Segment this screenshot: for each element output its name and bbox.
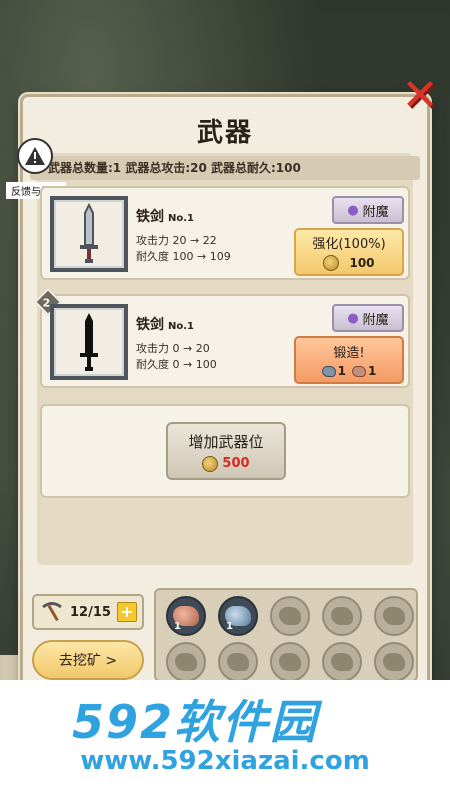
coin-icon [202, 455, 219, 472]
weapon-image-frame[interactable] [50, 196, 128, 272]
inventory-slot[interactable]: 1 [218, 596, 258, 636]
watermark-logo: 592软件园 [72, 695, 319, 749]
go-mine-button[interactable]: 去挖矿 > [32, 640, 144, 680]
weapon-card: 铁剑 No.1 攻击力 20 → 22 耐久度 100 → 109 ● 附魔 强化… [40, 186, 410, 280]
inventory-slot[interactable] [218, 642, 258, 682]
locked-ore-icon [175, 653, 197, 671]
pickaxe-count: 12/15 [70, 604, 111, 620]
weapon-attack: 攻击力 20 → 22 [136, 234, 217, 247]
upgrade-label: 强化(100%) [312, 237, 386, 252]
upgrade-button[interactable]: 强化(100%) 100 [294, 228, 404, 276]
add-slot-cost: 500 [202, 455, 250, 472]
weapon-image-frame[interactable] [50, 304, 128, 380]
locked-ore-icon [279, 607, 301, 625]
close-x-icon[interactable]: ✕ [398, 74, 442, 118]
upgrade-cost-value: 100 [349, 256, 375, 270]
inventory-slot[interactable] [374, 642, 414, 682]
add-weapon-slot-card: 增加武器位 500 [40, 404, 410, 498]
add-slot-cost-value: 500 [222, 456, 250, 471]
blue-ore-cost: 1 [321, 364, 346, 378]
weapon-number: No.1 [168, 321, 194, 332]
pickaxe-icon [42, 602, 62, 622]
locked-ore-icon [331, 653, 353, 671]
inventory-count: 1 [226, 621, 233, 632]
upgrade-cost: 100 [323, 255, 375, 271]
red-ore-icon [352, 366, 366, 377]
ore-inventory: 11 [154, 588, 418, 682]
red-ore-cost-value: 1 [368, 364, 377, 378]
inventory-slot[interactable] [374, 596, 414, 636]
pickaxe-counter: 12/15 + [32, 594, 144, 630]
add-slot-label: 增加武器位 [188, 432, 264, 451]
blue-ore-cost-value: 1 [337, 364, 346, 378]
weapon-number: No.1 [168, 213, 194, 224]
watermark-banner: 592软件园 www.592xiazai.com [0, 680, 450, 800]
sword-silhouette-icon [80, 313, 98, 371]
weapon-card: 2 铁剑 No.1 攻击力 0 → 20 耐久度 0 → 100 ● 附魔 锻造!… [33, 287, 410, 388]
panel-title: 武器 [196, 118, 253, 148]
forge-button[interactable]: 锻造! 1 1 [294, 336, 404, 384]
locked-ore-icon [331, 607, 353, 625]
weapon-name-text: 铁剑 [136, 209, 164, 225]
locked-ore-icon [227, 653, 249, 671]
enchant-label: 附魔 [362, 312, 389, 328]
inventory-slot[interactable] [270, 596, 310, 636]
locked-ore-icon [383, 607, 405, 625]
enchant-label: 附魔 [362, 204, 389, 220]
watermark-url: www.592xiazai.com [80, 746, 370, 776]
enchant-button[interactable]: ● 附魔 [332, 304, 404, 332]
weapon-durability: 耐久度 100 → 109 [136, 250, 231, 263]
potion-icon: ● [347, 202, 359, 218]
weapon-attack: 攻击力 0 → 20 [136, 342, 210, 355]
inventory-slot[interactable]: 1 [166, 596, 206, 636]
blue-ore-icon [321, 366, 336, 377]
potion-icon: ● [347, 310, 359, 326]
inventory-slot[interactable] [322, 642, 362, 682]
forge-label: 锻造! [333, 346, 365, 361]
add-weapon-slot-button[interactable]: 增加武器位 500 [166, 422, 286, 480]
enchant-button[interactable]: ● 附魔 [332, 196, 404, 224]
inventory-count: 1 [174, 621, 181, 632]
weapon-stats-bar: 武器总数量:1 武器总攻击:20 武器总耐久:100 [30, 156, 420, 180]
locked-ore-icon [279, 653, 301, 671]
inventory-slot[interactable] [322, 596, 362, 636]
red-ore-cost: 1 [352, 364, 376, 378]
warning-icon [17, 138, 53, 174]
inventory-slot[interactable] [270, 642, 310, 682]
inventory-slot[interactable] [166, 642, 206, 682]
forge-cost: 1 1 [321, 364, 376, 378]
sword-icon [80, 203, 98, 263]
weapon-name: 铁剑 No.1 [136, 206, 194, 226]
weapon-durability: 耐久度 0 → 100 [136, 358, 217, 371]
weapon-name-text: 铁剑 [136, 317, 164, 333]
locked-ore-icon [383, 653, 405, 671]
weapon-name: 铁剑 No.1 [136, 314, 194, 334]
coin-icon [323, 255, 340, 271]
add-pickaxe-button[interactable]: + [116, 602, 137, 622]
